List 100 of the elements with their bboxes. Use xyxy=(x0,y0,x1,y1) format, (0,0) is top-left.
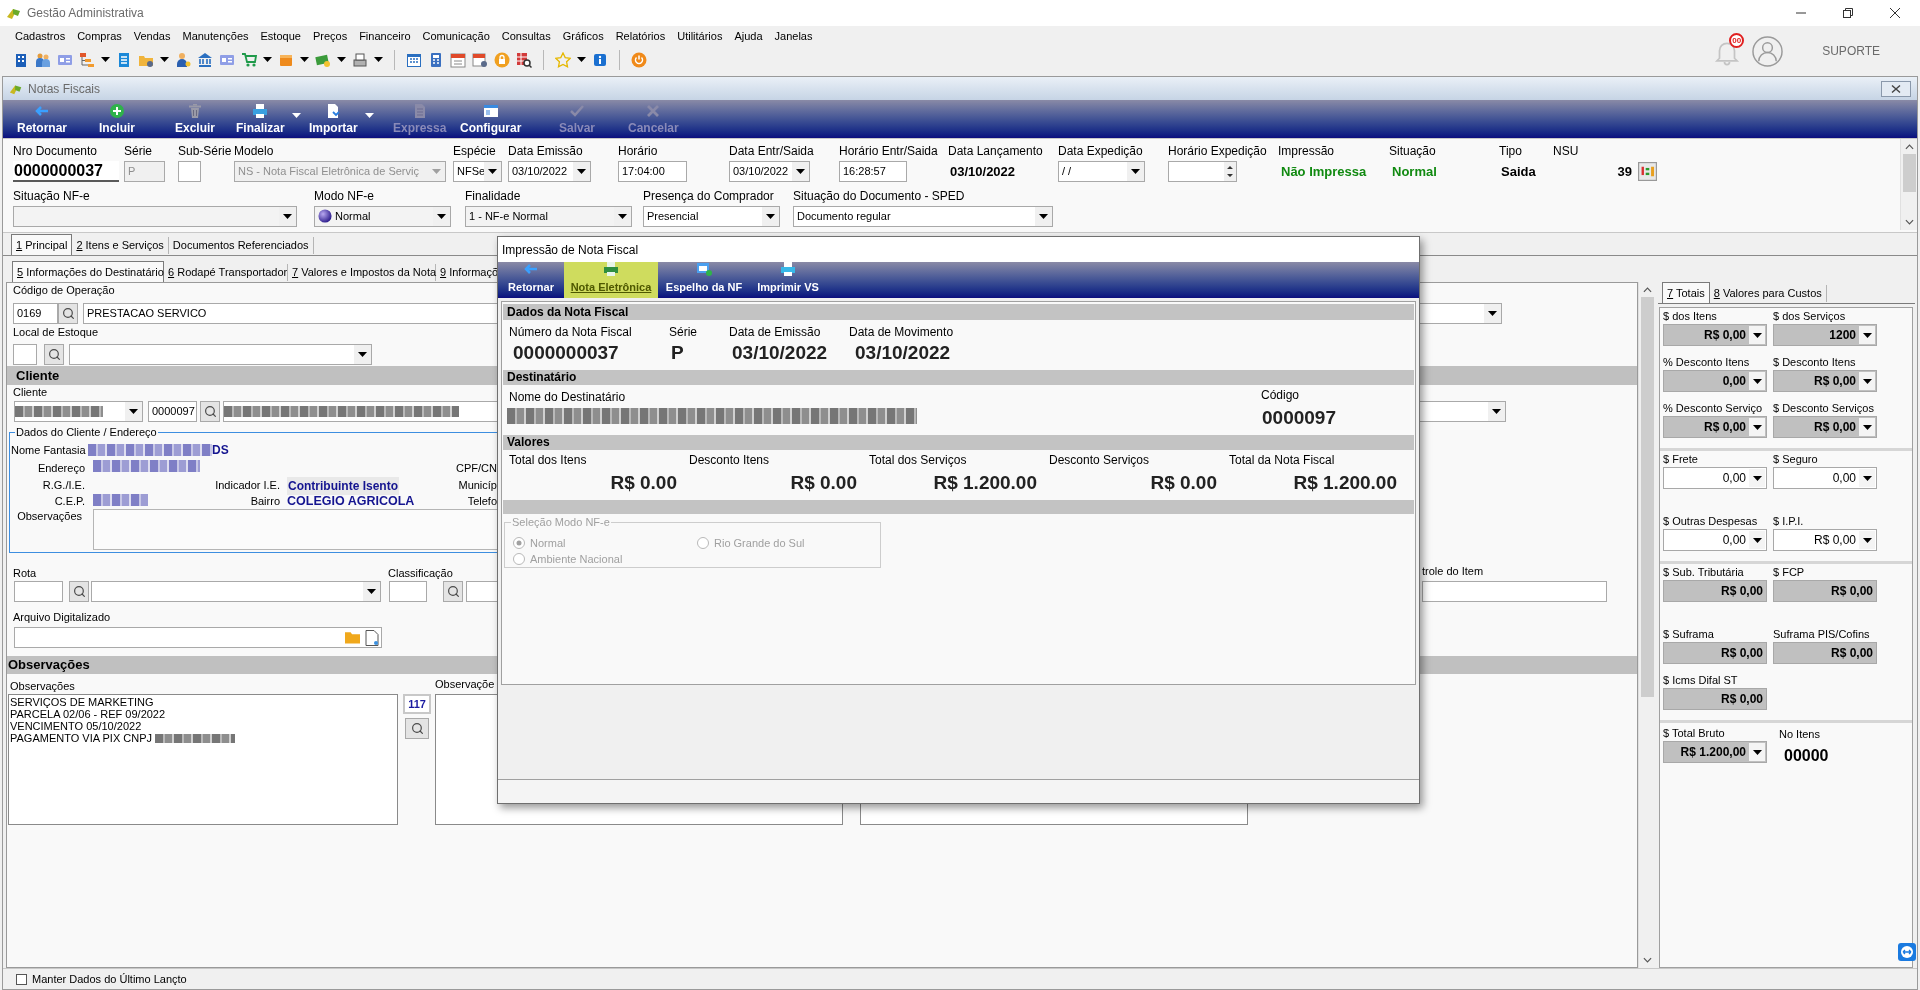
input-field[interactable]: 17:04:00 xyxy=(618,161,687,182)
amount-field[interactable]: R$ 0,00 xyxy=(1663,688,1767,710)
toolbar-button[interactable]: Importar xyxy=(299,100,383,138)
toolbar-button[interactable]: Imprimir VS xyxy=(750,262,826,298)
dropdown[interactable]: Presencial xyxy=(643,205,780,227)
menu-item[interactable]: Consultas xyxy=(501,28,551,45)
star-icon[interactable] xyxy=(555,51,571,68)
menu-item[interactable]: Cadastros xyxy=(15,28,66,45)
input-field[interactable] xyxy=(389,581,427,602)
close-icon[interactable] xyxy=(1890,8,1900,18)
menu-item[interactable]: Ajuda xyxy=(734,28,763,45)
document-number-field[interactable]: 0000000037 xyxy=(13,161,119,182)
building-icon[interactable] xyxy=(13,51,29,68)
tab[interactable]: 7 Totais xyxy=(1662,282,1710,303)
amount-field[interactable]: R$ 0,00 xyxy=(1773,416,1877,438)
dropdown[interactable]: / / xyxy=(1058,161,1145,182)
folder-icon[interactable] xyxy=(345,631,360,644)
dropdown[interactable] xyxy=(14,401,143,422)
amount-field[interactable]: 0,00 xyxy=(1773,467,1877,489)
menu-item[interactable]: Gráficos xyxy=(562,28,604,45)
calendar-icon[interactable] xyxy=(406,51,422,68)
menu-item[interactable]: Estoque xyxy=(260,28,301,45)
dropdown[interactable]: 03/10/2022 xyxy=(508,161,591,182)
tab[interactable]: Documentos Referenciados xyxy=(168,237,314,254)
close-button[interactable] xyxy=(1881,80,1911,97)
menu-item[interactable]: Manutenções xyxy=(182,28,249,45)
menu-item[interactable]: Janelas xyxy=(774,28,813,45)
search-button[interactable] xyxy=(200,401,220,422)
toolbar-button[interactable]: Configurar xyxy=(450,100,549,138)
input-field[interactable]: 16:28:57 xyxy=(839,161,907,182)
menu-item[interactable]: Utilitários xyxy=(677,28,723,45)
toolbar-button[interactable]: Excluir xyxy=(165,100,226,138)
amount-field[interactable]: R$ 0,00 xyxy=(1773,529,1877,551)
search-button[interactable] xyxy=(58,303,78,324)
amount-field[interactable]: R$ 0,00 xyxy=(1663,324,1767,346)
file-path-field[interactable] xyxy=(14,627,382,648)
document-icon[interactable] xyxy=(365,629,379,646)
toolbar-button[interactable]: Finalizar xyxy=(226,100,299,138)
people-icon[interactable] xyxy=(35,51,51,68)
menu-item[interactable]: Relatórios xyxy=(615,28,666,45)
dropdown[interactable]: NFSe xyxy=(453,161,502,182)
bank-icon[interactable] xyxy=(197,51,213,68)
menu-item[interactable]: Compras xyxy=(77,28,122,45)
dropdown[interactable]: Normal xyxy=(314,205,451,227)
user-name[interactable]: SUPORTE xyxy=(1822,42,1880,60)
search-button[interactable] xyxy=(69,581,89,602)
amount-field[interactable]: 1200 xyxy=(1773,324,1877,346)
power-icon[interactable] xyxy=(631,51,647,68)
input-field[interactable]: 0000097 xyxy=(148,401,197,422)
scrollbar[interactable] xyxy=(1638,282,1655,968)
menu-item[interactable]: Preços xyxy=(312,28,348,45)
scrollbar[interactable] xyxy=(1900,139,1917,230)
calculator-icon[interactable] xyxy=(428,51,444,68)
person-icon[interactable] xyxy=(175,51,191,68)
bars-icon[interactable] xyxy=(1638,162,1657,181)
search-button[interactable] xyxy=(405,718,429,739)
input-field[interactable]: 0169 xyxy=(13,303,58,324)
dropdown[interactable] xyxy=(13,205,297,227)
amount-field[interactable]: R$ 0,00 xyxy=(1663,580,1767,602)
checkbox[interactable]: Manter Dados do Último Lançto xyxy=(16,970,187,988)
checkbox-box[interactable] xyxy=(16,973,27,985)
toolbar-button[interactable]: Retornar xyxy=(7,100,89,138)
calendar-icon[interactable] xyxy=(472,51,488,68)
org-chart-icon[interactable] xyxy=(79,51,95,68)
dropdown[interactable]: 1 - NF-e Normal xyxy=(465,205,632,227)
menu-item[interactable]: Vendas xyxy=(133,28,171,45)
tab[interactable]: 1 Principal xyxy=(11,234,73,255)
tab[interactable]: 7 Valores e Impostos da Nota xyxy=(288,264,436,281)
tab[interactable]: 5 Informações do Destinatário xyxy=(12,261,164,282)
info-icon[interactable] xyxy=(592,51,608,68)
dropdown[interactable]: 03/10/2022 xyxy=(729,161,810,182)
tab[interactable]: 2 Itens e Serviços xyxy=(72,237,169,254)
input-field[interactable] xyxy=(1422,581,1607,602)
menu-item[interactable]: Comunicação xyxy=(422,28,490,45)
amount-field[interactable]: 0,00 xyxy=(1663,467,1767,489)
toolbar-button[interactable]: Espelho da NF xyxy=(663,262,745,298)
toolbar-button[interactable]: Retornar xyxy=(501,262,561,298)
input-field[interactable] xyxy=(178,161,201,182)
menu-item[interactable]: Financeiro xyxy=(359,28,411,45)
tab[interactable]: 6 Rodapé Transportador xyxy=(164,264,288,281)
toolbar-button[interactable]: Incluir xyxy=(89,100,165,138)
restore-icon[interactable] xyxy=(1843,8,1853,18)
amount-field[interactable]: R$ 0,00 xyxy=(1663,642,1767,664)
amount-field[interactable]: 0,00 xyxy=(1663,370,1767,392)
document-icon[interactable] xyxy=(116,51,132,68)
input-field[interactable] xyxy=(14,581,63,602)
dropdown[interactable] xyxy=(69,344,372,365)
amount-field[interactable]: R$ 0,00 xyxy=(1773,580,1877,602)
input-field[interactable] xyxy=(13,344,37,365)
time-spinner[interactable] xyxy=(1168,161,1237,182)
cart-icon[interactable] xyxy=(241,51,257,68)
amount-field[interactable]: R$ 0,00 xyxy=(1773,370,1877,392)
amount-field[interactable]: R$ 1.200,00 xyxy=(1663,741,1767,763)
amount-field[interactable]: 0,00 xyxy=(1663,529,1767,551)
search-button[interactable] xyxy=(443,581,463,602)
cash-register-icon[interactable] xyxy=(352,51,368,68)
toolbar-button[interactable]: Nota Eletrônica xyxy=(564,262,658,298)
calendar-icon[interactable] xyxy=(450,51,466,68)
amount-field[interactable]: R$ 0,00 xyxy=(1663,416,1767,438)
tab[interactable]: 8 Valores para Custos xyxy=(1709,285,1827,302)
